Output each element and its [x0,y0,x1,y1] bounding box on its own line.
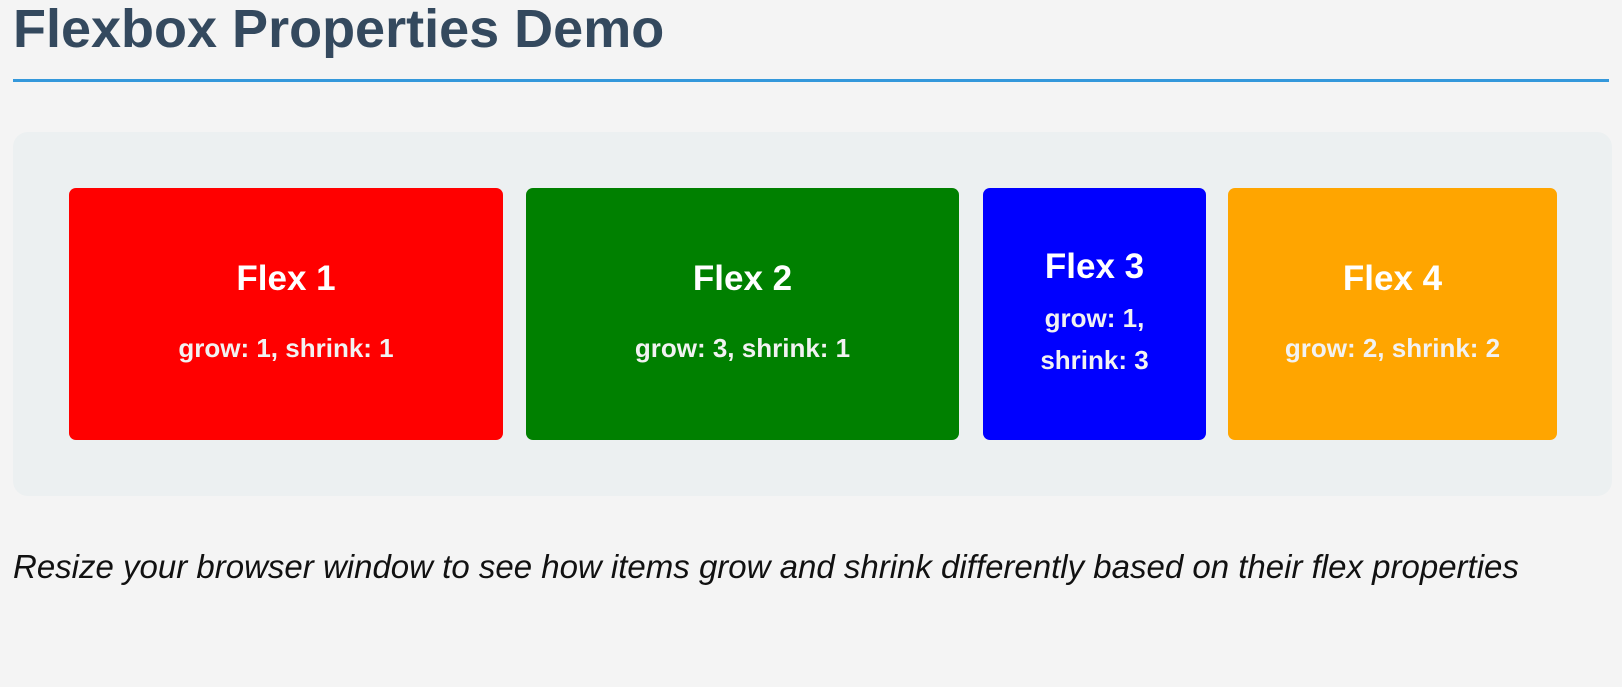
flex-item-title: Flex 3 [1044,247,1145,286]
resize-instruction-text: Resize your browser window to see how it… [13,548,1519,585]
flex-item-description: grow: 2, shrink: 2 [1284,333,1501,363]
flex-item-title: Flex 1 [236,259,336,298]
page-title: Flexbox Properties Demo [13,0,1609,82]
flex-item-description: grow: 1, shrink: 3 [1040,303,1149,375]
flex-item-title: Flex 4 [1342,259,1443,298]
flex-container: Flex 1 grow: 1, shrink: 1 Flex 2 grow: 3… [13,132,1612,496]
flex-item-4: Flex 4 grow: 2, shrink: 2 [1228,188,1557,440]
flex-item-description: grow: 1, shrink: 1 [178,333,394,363]
flex-item-description: grow: 3, shrink: 1 [634,333,851,363]
flex-item-1: Flex 1 grow: 1, shrink: 1 [69,188,503,440]
flex-item-3: Flex 3 grow: 1, shrink: 3 [983,188,1206,440]
page: Flexbox Properties Demo Flex 1 grow: 1, … [0,0,1622,687]
flex-item-2: Flex 2 grow: 3, shrink: 1 [526,188,959,440]
flex-item-title: Flex 2 [692,259,793,298]
